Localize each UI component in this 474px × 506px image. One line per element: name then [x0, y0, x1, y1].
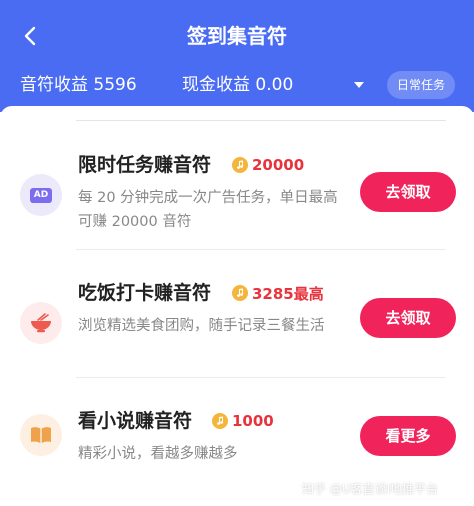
ad-icon: AD	[20, 174, 62, 216]
music-note-coin-icon	[212, 413, 228, 429]
task-description: 浏览精选美食团购，随手记录三餐生活	[78, 318, 325, 334]
task-description: 每 20 分钟完成一次广告任务，单日最高可赚 20000 音符	[78, 190, 338, 230]
task-reward: 20000	[232, 150, 304, 180]
task-reward: 1000	[212, 406, 274, 436]
task-list: AD 限时任务赚音符 20000 每 20 分钟完成一次广告任务，单日最高可赚 …	[0, 106, 474, 506]
see-more-button[interactable]: 看更多	[360, 416, 456, 456]
stats-dropdown[interactable]	[350, 76, 368, 94]
task-title: 吃饭打卡赚音符	[78, 282, 212, 304]
daily-tasks-button[interactable]: 日常任务	[387, 71, 455, 99]
divider	[76, 377, 446, 378]
claim-button[interactable]: 去领取	[360, 172, 456, 212]
reward-amount: 1000	[232, 412, 274, 430]
divider	[76, 120, 446, 121]
cash-income: 现金收益 0.00	[182, 75, 294, 95]
divider	[76, 249, 446, 250]
task-title: 看小说赚音符	[78, 410, 193, 432]
bowl-icon	[20, 302, 62, 344]
ad-icon-label: AD	[30, 187, 52, 203]
music-note-coin-icon	[232, 285, 248, 301]
caret-down-icon	[354, 82, 364, 88]
page-title: 签到集音符	[187, 24, 287, 48]
stats-bar: 音符收益 5596 现金收益 0.00 日常任务	[0, 66, 474, 106]
task-description: 精彩小说，看越多赚越多	[78, 446, 238, 462]
header: 签到集音符 音符收益 5596 现金收益 0.00 日常任务	[0, 0, 474, 112]
watermark: 知乎 @U客直谈I地推平台	[302, 482, 439, 496]
reward-amount: 20000	[252, 156, 305, 174]
task-reward: 3285最高	[232, 278, 324, 308]
task-title: 限时任务赚音符	[78, 154, 212, 176]
notes-income: 音符收益 5596	[20, 75, 137, 95]
claim-button[interactable]: 去领取	[360, 298, 456, 338]
book-icon	[20, 414, 62, 456]
reward-amount: 3285最高	[252, 284, 324, 303]
music-note-coin-icon	[232, 157, 248, 173]
